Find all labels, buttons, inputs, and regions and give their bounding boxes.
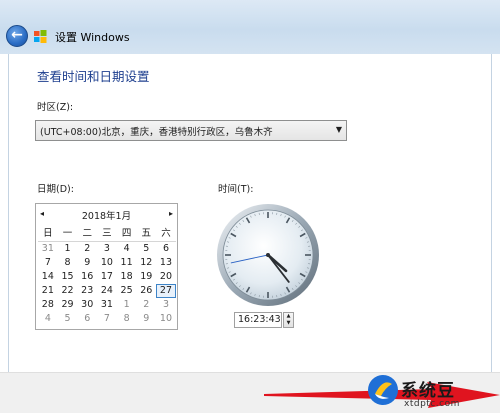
calendar-day[interactable]: 6 [156,242,176,256]
calendar-day[interactable]: 9 [136,312,156,326]
weekday-cell: 四 [121,228,132,239]
calendar-day[interactable]: 25 [117,284,137,298]
calendar-day[interactable]: 6 [77,312,97,326]
calendar-day[interactable]: 1 [58,242,78,256]
weekday-cell: 六 [161,228,171,239]
windows-logo-icon [34,30,47,43]
timezone-select[interactable]: (UTC+08:00)北京，重庆，香港特别行政区，乌鲁木齐 ▼ [35,120,347,141]
time-spinner[interactable]: ▲ ▼ [283,312,294,328]
calendar-day[interactable]: 21 [38,284,58,298]
calendar-day[interactable]: 3 [156,298,176,312]
calendar-day[interactable]: 3 [97,242,117,256]
calendar-day[interactable]: 5 [58,312,78,326]
calendar-day[interactable]: 28 [38,298,58,312]
calendar-day[interactable]: 13 [156,256,176,270]
calendar-day[interactable]: 31 [97,298,117,312]
watermark-url: xtdptc.com [404,399,460,409]
calendar-day[interactable]: 4 [38,312,58,326]
calendar-day[interactable]: 31 [38,242,58,256]
calendar-day[interactable]: 2 [77,242,97,256]
calendar-day[interactable]: 8 [58,256,78,270]
calendar-day[interactable]: 15 [58,270,78,284]
calendar-week-row: 14 15 16 17 18 19 20 [38,270,176,284]
calendar-grid: 日 一 二 三 四 五 六 31 1 2 3 4 5 6 7 8 9 10 11 12 13 14 15 16 1… [38,227,176,326]
timezone-label: 时区(Z): [37,102,74,113]
calendar-day[interactable]: 11 [117,256,137,270]
calendar-day[interactable]: 14 [38,270,58,284]
calendar-week-row: 7 8 9 10 11 12 13 [38,256,176,270]
time-input[interactable]: 16:23:43 [234,312,282,328]
next-month-icon[interactable]: ▸ [169,209,173,218]
calendar-day[interactable]: 1 [117,298,137,312]
calendar-day[interactable]: 5 [136,242,156,256]
calendar-day[interactable]: 17 [97,270,117,284]
calendar-day[interactable]: 10 [156,312,176,326]
spin-down-icon[interactable]: ▼ [284,320,293,327]
calendar-day[interactable]: 2 [136,298,156,312]
weekday-cell: 二 [82,228,92,239]
window-title: 设置 Windows [55,31,130,44]
calendar-day[interactable]: 19 [136,270,156,284]
watermark-name: 系统豆 [401,381,455,401]
weekday-cell: 三 [102,228,112,239]
calendar-day[interactable]: 16 [77,270,97,284]
clock-center [266,253,270,257]
calendar-week-row: 4 5 6 7 8 9 10 [38,312,176,326]
calendar-week-row: 21 22 23 24 25 26 27 [38,284,176,298]
calendar-day[interactable]: 7 [97,312,117,326]
calendar-week-row: 28 29 30 31 1 2 3 [38,298,176,312]
calendar-day[interactable]: 29 [58,298,78,312]
date-calendar[interactable]: ◂ 2018年1月 ▸ 日 一 二 三 四 五 六 31 1 2 3 4 5 6 7 8 9 10 1… [35,203,178,330]
calendar-week-row: 31 1 2 3 4 5 6 [38,242,176,256]
calendar-day[interactable]: 9 [77,256,97,270]
analog-clock [217,204,319,306]
page-heading: 查看时间和日期设置 [37,69,150,84]
weekday-header: 日 一 二 三 四 五 六 [38,227,176,242]
calendar-day[interactable]: 26 [136,284,156,298]
calendar-day[interactable]: 10 [97,256,117,270]
weekday-cell: 日 [43,228,53,239]
back-arrow-icon[interactable]: ← [6,25,28,47]
logo-shield-icon [368,375,398,405]
watermark-logo: 系统豆 xtdptc.com [367,374,499,413]
calendar-day[interactable]: 24 [97,284,117,298]
calendar-day[interactable]: 23 [77,284,97,298]
calendar-day[interactable]: 20 [156,270,176,284]
spin-up-icon[interactable]: ▲ [284,313,293,320]
calendar-day[interactable]: 27 [156,284,176,298]
timezone-value: (UTC+08:00)北京，重庆，香港特别行政区，乌鲁木齐 [40,127,273,138]
calendar-day[interactable]: 22 [58,284,78,298]
calendar-day[interactable]: 7 [38,256,58,270]
calendar-day[interactable]: 12 [136,256,156,270]
calendar-month-title[interactable]: 2018年1月 [36,208,177,222]
title-bar: ← 设置 Windows [0,0,500,54]
calendar-day[interactable]: 4 [117,242,137,256]
calendar-day[interactable]: 8 [117,312,137,326]
weekday-cell: 一 [62,228,73,239]
weekday-cell: 五 [141,228,152,239]
date-label: 日期(D): [37,184,74,195]
dropdown-arrow-icon: ▼ [335,125,342,134]
calendar-day[interactable]: 30 [77,298,97,312]
calendar-day[interactable]: 18 [117,270,137,284]
time-label: 时间(T): [218,184,254,195]
